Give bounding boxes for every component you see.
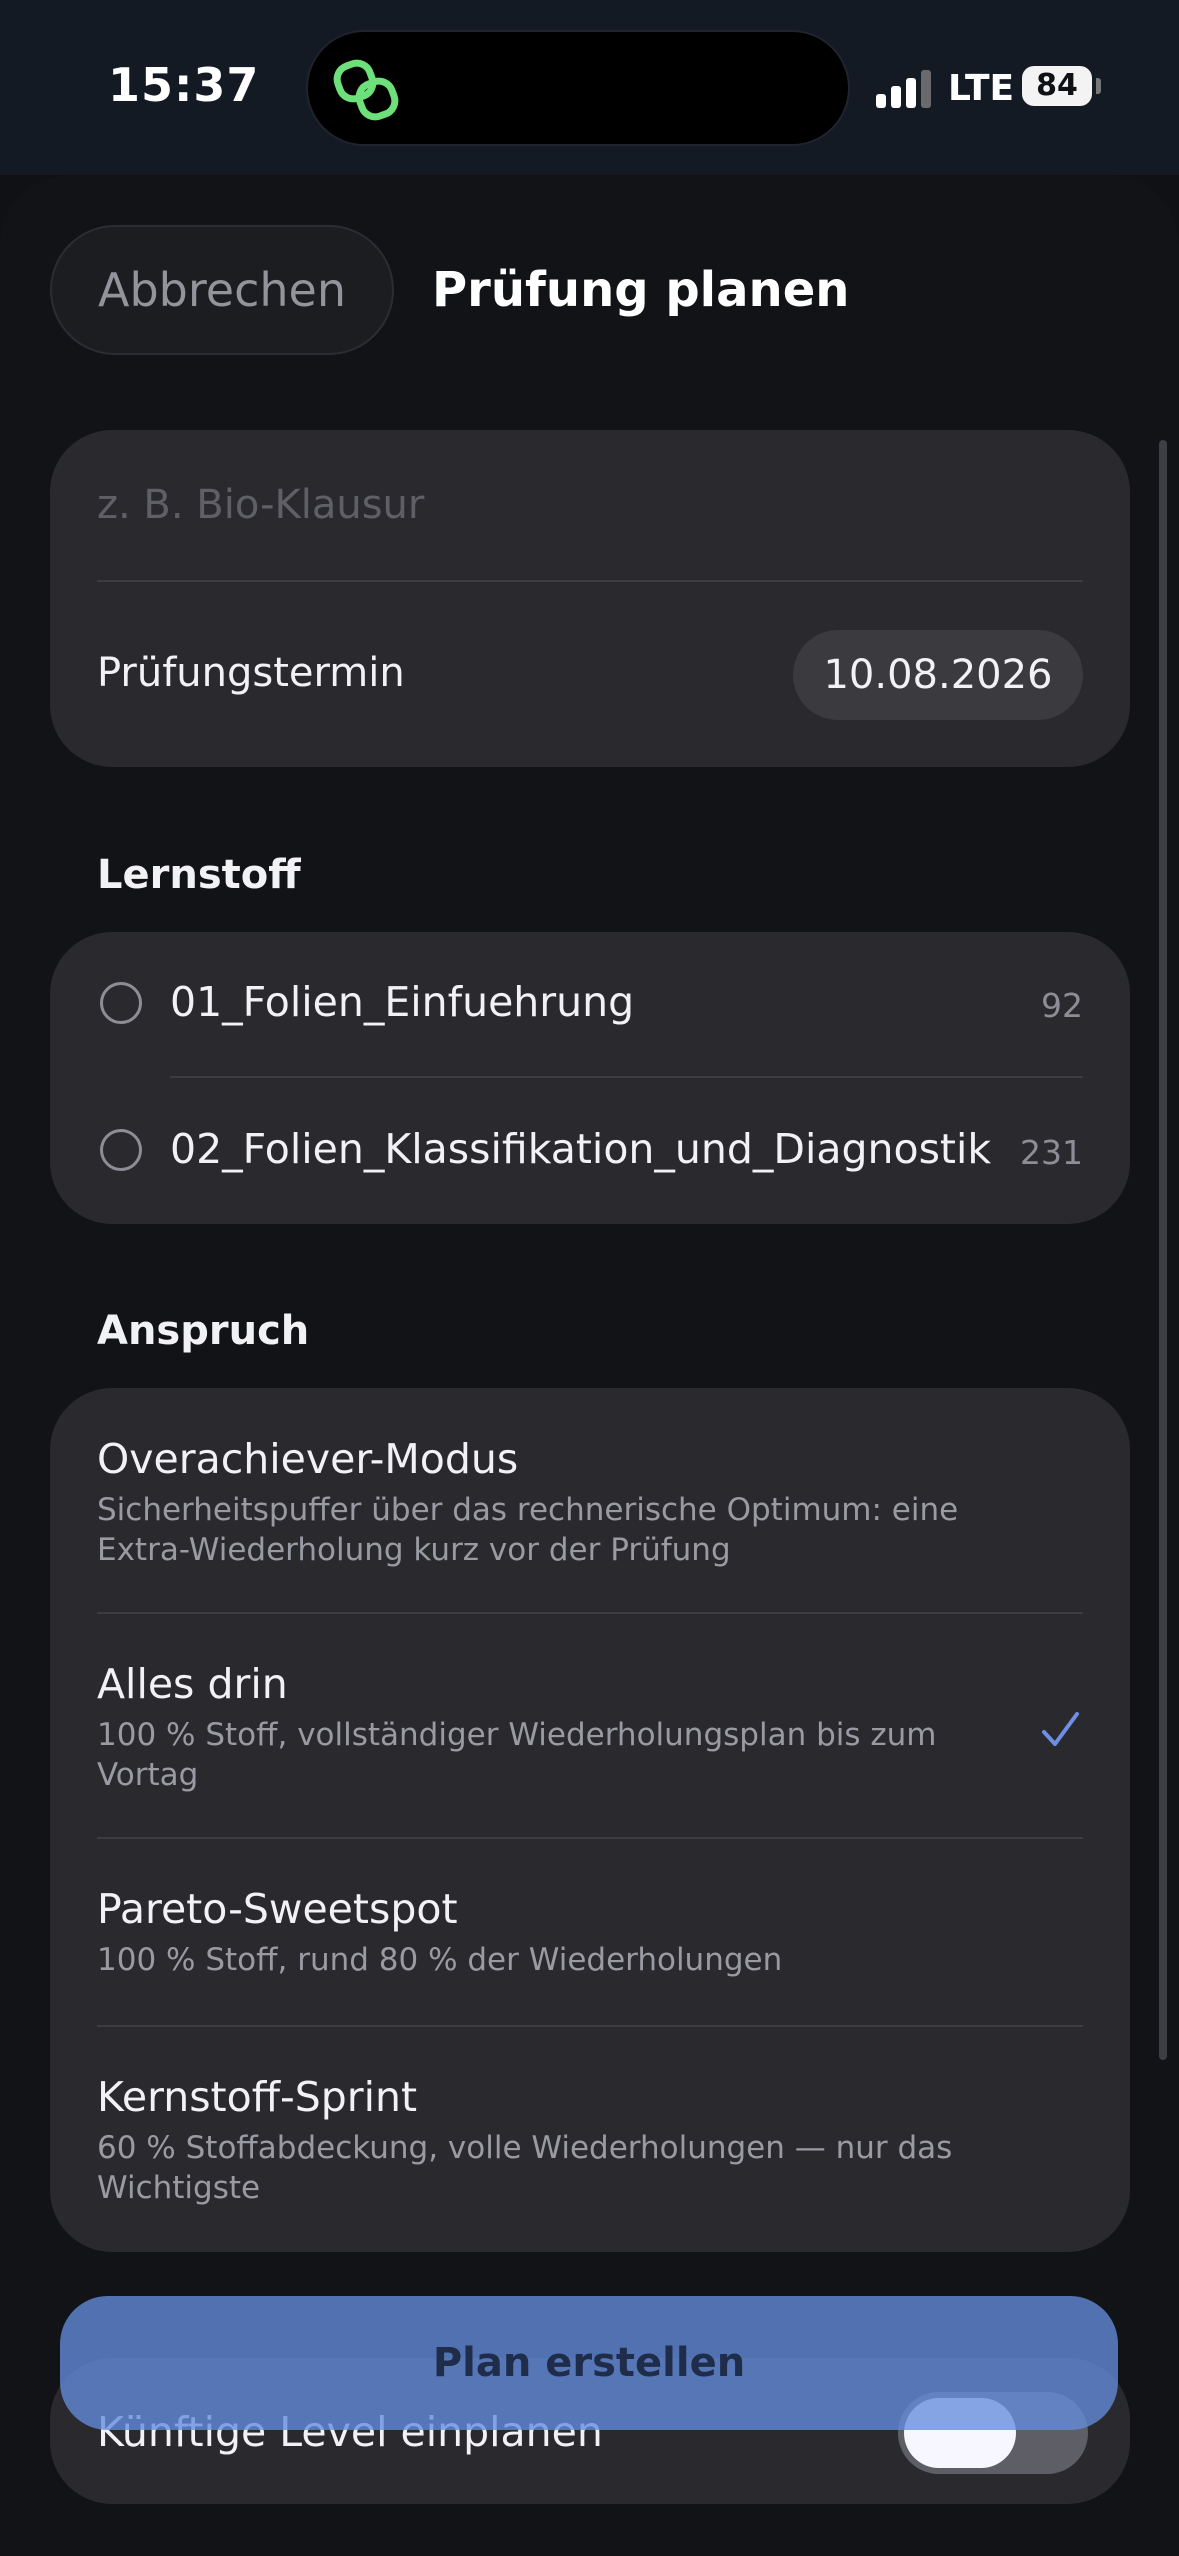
exam-date-picker[interactable]: 10.08.2026 <box>793 630 1083 720</box>
page-title: Prüfung planen <box>432 262 850 318</box>
divider <box>97 580 1083 582</box>
section-heading-ambition: Anspruch <box>97 1308 310 1354</box>
battery-icon: 84 <box>1022 66 1092 106</box>
signal-icon <box>876 68 934 108</box>
option-description: 100 % Stoff, vollständiger Wiederholungs… <box>97 1717 937 1793</box>
option-description: 100 % Stoff, rund 80 % der Wiederholunge… <box>97 1942 783 1978</box>
file-page-count: 92 <box>1041 986 1083 1025</box>
divider <box>97 1837 1083 1839</box>
file-name: 02_Folien_Klassifikation_und_Diagnostik <box>170 1125 992 1173</box>
radio-circle-icon[interactable] <box>100 982 142 1024</box>
ambition-card: Overachiever-Modus Sicherheitspuffer übe… <box>50 1388 1130 2252</box>
radio-circle-icon[interactable] <box>100 1129 142 1171</box>
link-app-icon <box>333 59 399 121</box>
divider <box>170 1076 1083 1078</box>
exam-name-input[interactable]: z. B. Bio-Klausur <box>97 482 1077 542</box>
divider <box>97 2025 1083 2027</box>
option-description: Sicherheitspuffer über das rechnerische … <box>97 1492 959 1568</box>
exam-details-card: z. B. Bio-Klausur Prüfungstermin 10.08.2… <box>50 430 1130 767</box>
status-bar: 15:37 LTE 84 <box>0 0 1179 175</box>
dynamic-island <box>306 30 850 146</box>
study-material-card: 01_Folien_Einfuehrung 92 02_Folien_Klass… <box>50 932 1130 1224</box>
option-title: Overachiever-Modus <box>97 1435 519 1483</box>
battery-tip <box>1096 78 1101 94</box>
option-title: Kernstoff-Sprint <box>97 2073 418 2121</box>
option-description: 60 % Stoffabdeckung, volle Wiederholunge… <box>97 2130 953 2206</box>
exam-date-label: Prüfungstermin <box>97 650 405 696</box>
file-name: 01_Folien_Einfuehrung <box>170 978 635 1026</box>
option-title: Pareto-Sweetspot <box>97 1885 458 1933</box>
scrollbar[interactable] <box>1159 440 1167 2060</box>
section-heading-study-material: Lernstoff <box>97 852 301 898</box>
divider <box>97 1612 1083 1614</box>
status-time: 15:37 <box>108 58 260 112</box>
cancel-button[interactable]: Abbrechen <box>50 225 394 355</box>
file-page-count: 231 <box>1020 1133 1083 1172</box>
checkmark-icon <box>1042 1712 1079 1746</box>
create-plan-button[interactable]: Plan erstellen <box>60 2296 1118 2430</box>
network-type: LTE <box>948 68 1015 109</box>
option-title: Alles drin <box>97 1660 288 1708</box>
